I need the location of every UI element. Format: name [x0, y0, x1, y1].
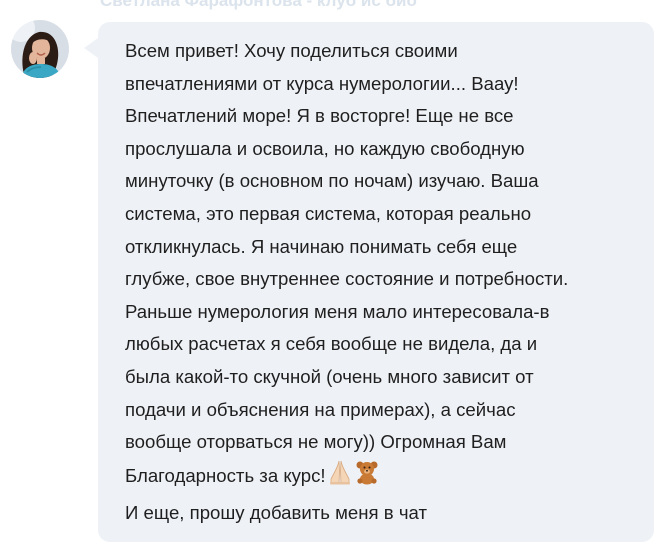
message-line: подачи и объяснения на примерах), а сейч… [125, 398, 516, 420]
folded-hands-icon [328, 459, 352, 496]
message-bubble[interactable]: Всем привет! Хочу поделиться своими впеч… [98, 22, 654, 542]
message-line-last: И еще, прошу добавить меня в чат [125, 502, 427, 524]
message-line: система, это первая система, которая реа… [125, 202, 532, 224]
message-line: любых расчетах я себя вообще не видела, … [125, 333, 538, 355]
avatar[interactable] [11, 20, 69, 78]
message-line: вообще оторваться не могу)) Огромная Вам [125, 431, 507, 453]
sender-name[interactable]: Светлана Фарафонтова - клуб ис био [100, 0, 417, 11]
message-line: минуточку (в основном по ночам) изучаю. … [125, 170, 539, 192]
message-line: откликнулась. Я начинаю понимать себя ещ… [125, 235, 518, 257]
avatar-photo [11, 20, 69, 78]
chat-message-group: Светлана Фарафонтова - клуб ис био Всем … [0, 0, 668, 552]
message-line: Впечатлений море! Я в восторге! Еще не в… [125, 105, 514, 127]
teddy-bear-icon [354, 459, 380, 496]
message-line: впечатлениями от курса нумерологии... Ва… [125, 72, 519, 94]
message-line-with-emoji: Благодарность за курс! [125, 459, 634, 496]
message-line: Всем привет! Хочу поделиться своими [125, 40, 458, 61]
bubble-tail [84, 38, 98, 58]
message-line: была какой-то скучной (очень много завис… [125, 365, 534, 387]
message-line: Раньше нумерология меня мало интересовал… [125, 300, 550, 322]
message-line: прослушала и освоила, но каждую свободну… [125, 137, 525, 159]
message-line: глубже, свое внутреннее состояние и потр… [125, 268, 569, 290]
message-line-text: Благодарность за курс! [125, 464, 326, 486]
